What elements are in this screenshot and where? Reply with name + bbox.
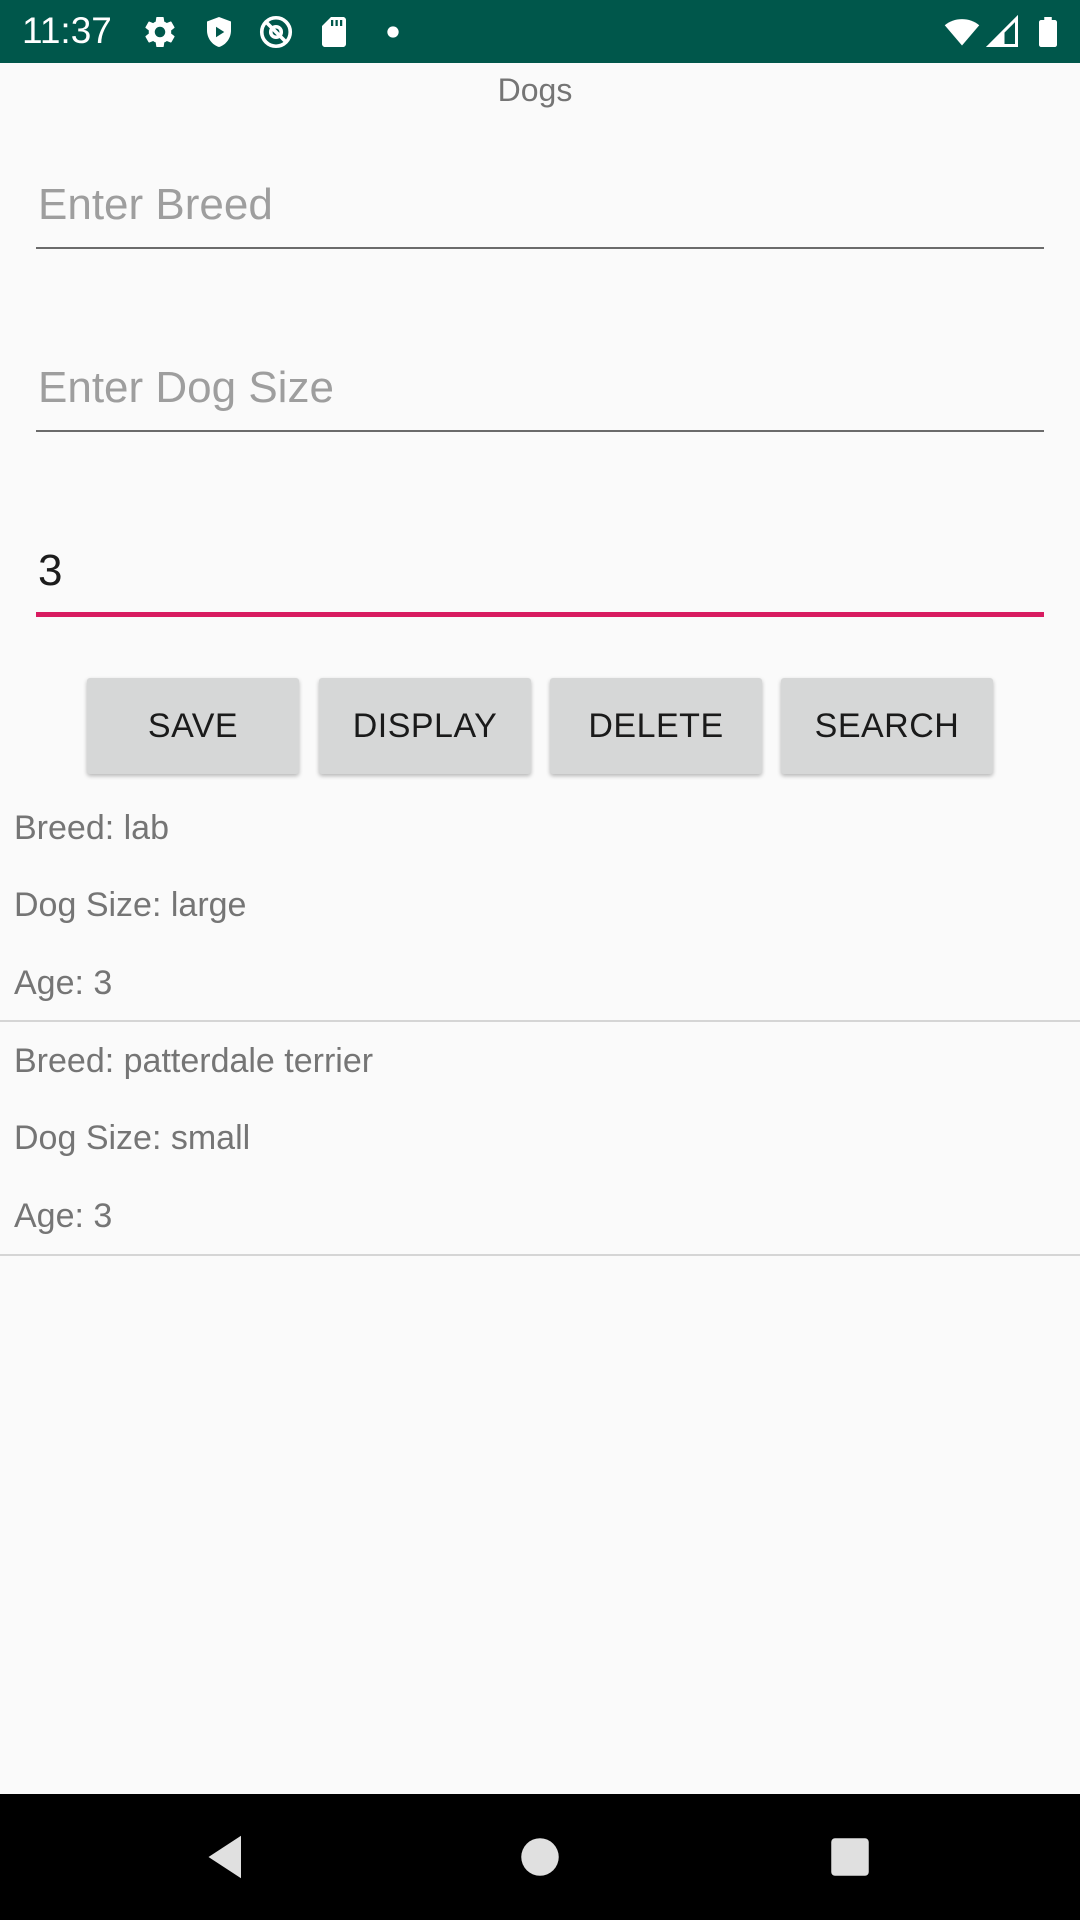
wifi-icon [944,14,980,50]
battery-icon [1030,14,1066,50]
recents-icon[interactable] [820,1827,880,1887]
display-button[interactable]: DISPLAY [319,678,531,774]
dog-size-input[interactable] [36,348,1044,428]
home-icon[interactable] [510,1827,570,1887]
save-button[interactable]: SAVE [87,678,299,774]
settings-icon [142,14,178,50]
back-icon[interactable] [196,1827,256,1887]
search-button[interactable]: SEARCH [781,678,993,774]
sd-card-icon [316,14,352,50]
dog-size-field-container [36,348,1044,428]
signal-icon [985,14,1021,50]
age-input[interactable] [36,531,1044,611]
status-time: 11:37 [22,10,112,51]
age-input-underline [36,612,1044,617]
breed-field-container [36,165,1044,245]
breed-input[interactable] [36,165,1044,245]
page-title: Dogs [497,72,573,108]
dog-size-text: Dog Size: small [14,1119,251,1157]
navigation-bar [0,1794,1080,1920]
age-field-container [36,531,1044,611]
list-item[interactable]: Breed: lab Dog Size: large Age: 3 [0,788,1080,1022]
breed-text: Breed: lab [14,809,169,847]
age-text: Age: 3 [14,964,113,1002]
breed-input-underline [36,247,1044,249]
delete-button[interactable]: DELETE [550,678,762,774]
dog-size-input-underline [36,430,1044,432]
dog-size-text: Dog Size: large [14,886,247,924]
list-item[interactable]: Breed: patterdale terrier Dog Size: smal… [0,1022,1080,1256]
at-sign-icon [258,14,294,50]
shield-icon [201,14,237,50]
dot-icon [376,14,410,50]
status-bar: 11:37 [0,0,1080,63]
list-divider [0,1254,1080,1256]
breed-text: Breed: patterdale terrier [14,1042,374,1080]
age-text: Age: 3 [14,1197,113,1235]
